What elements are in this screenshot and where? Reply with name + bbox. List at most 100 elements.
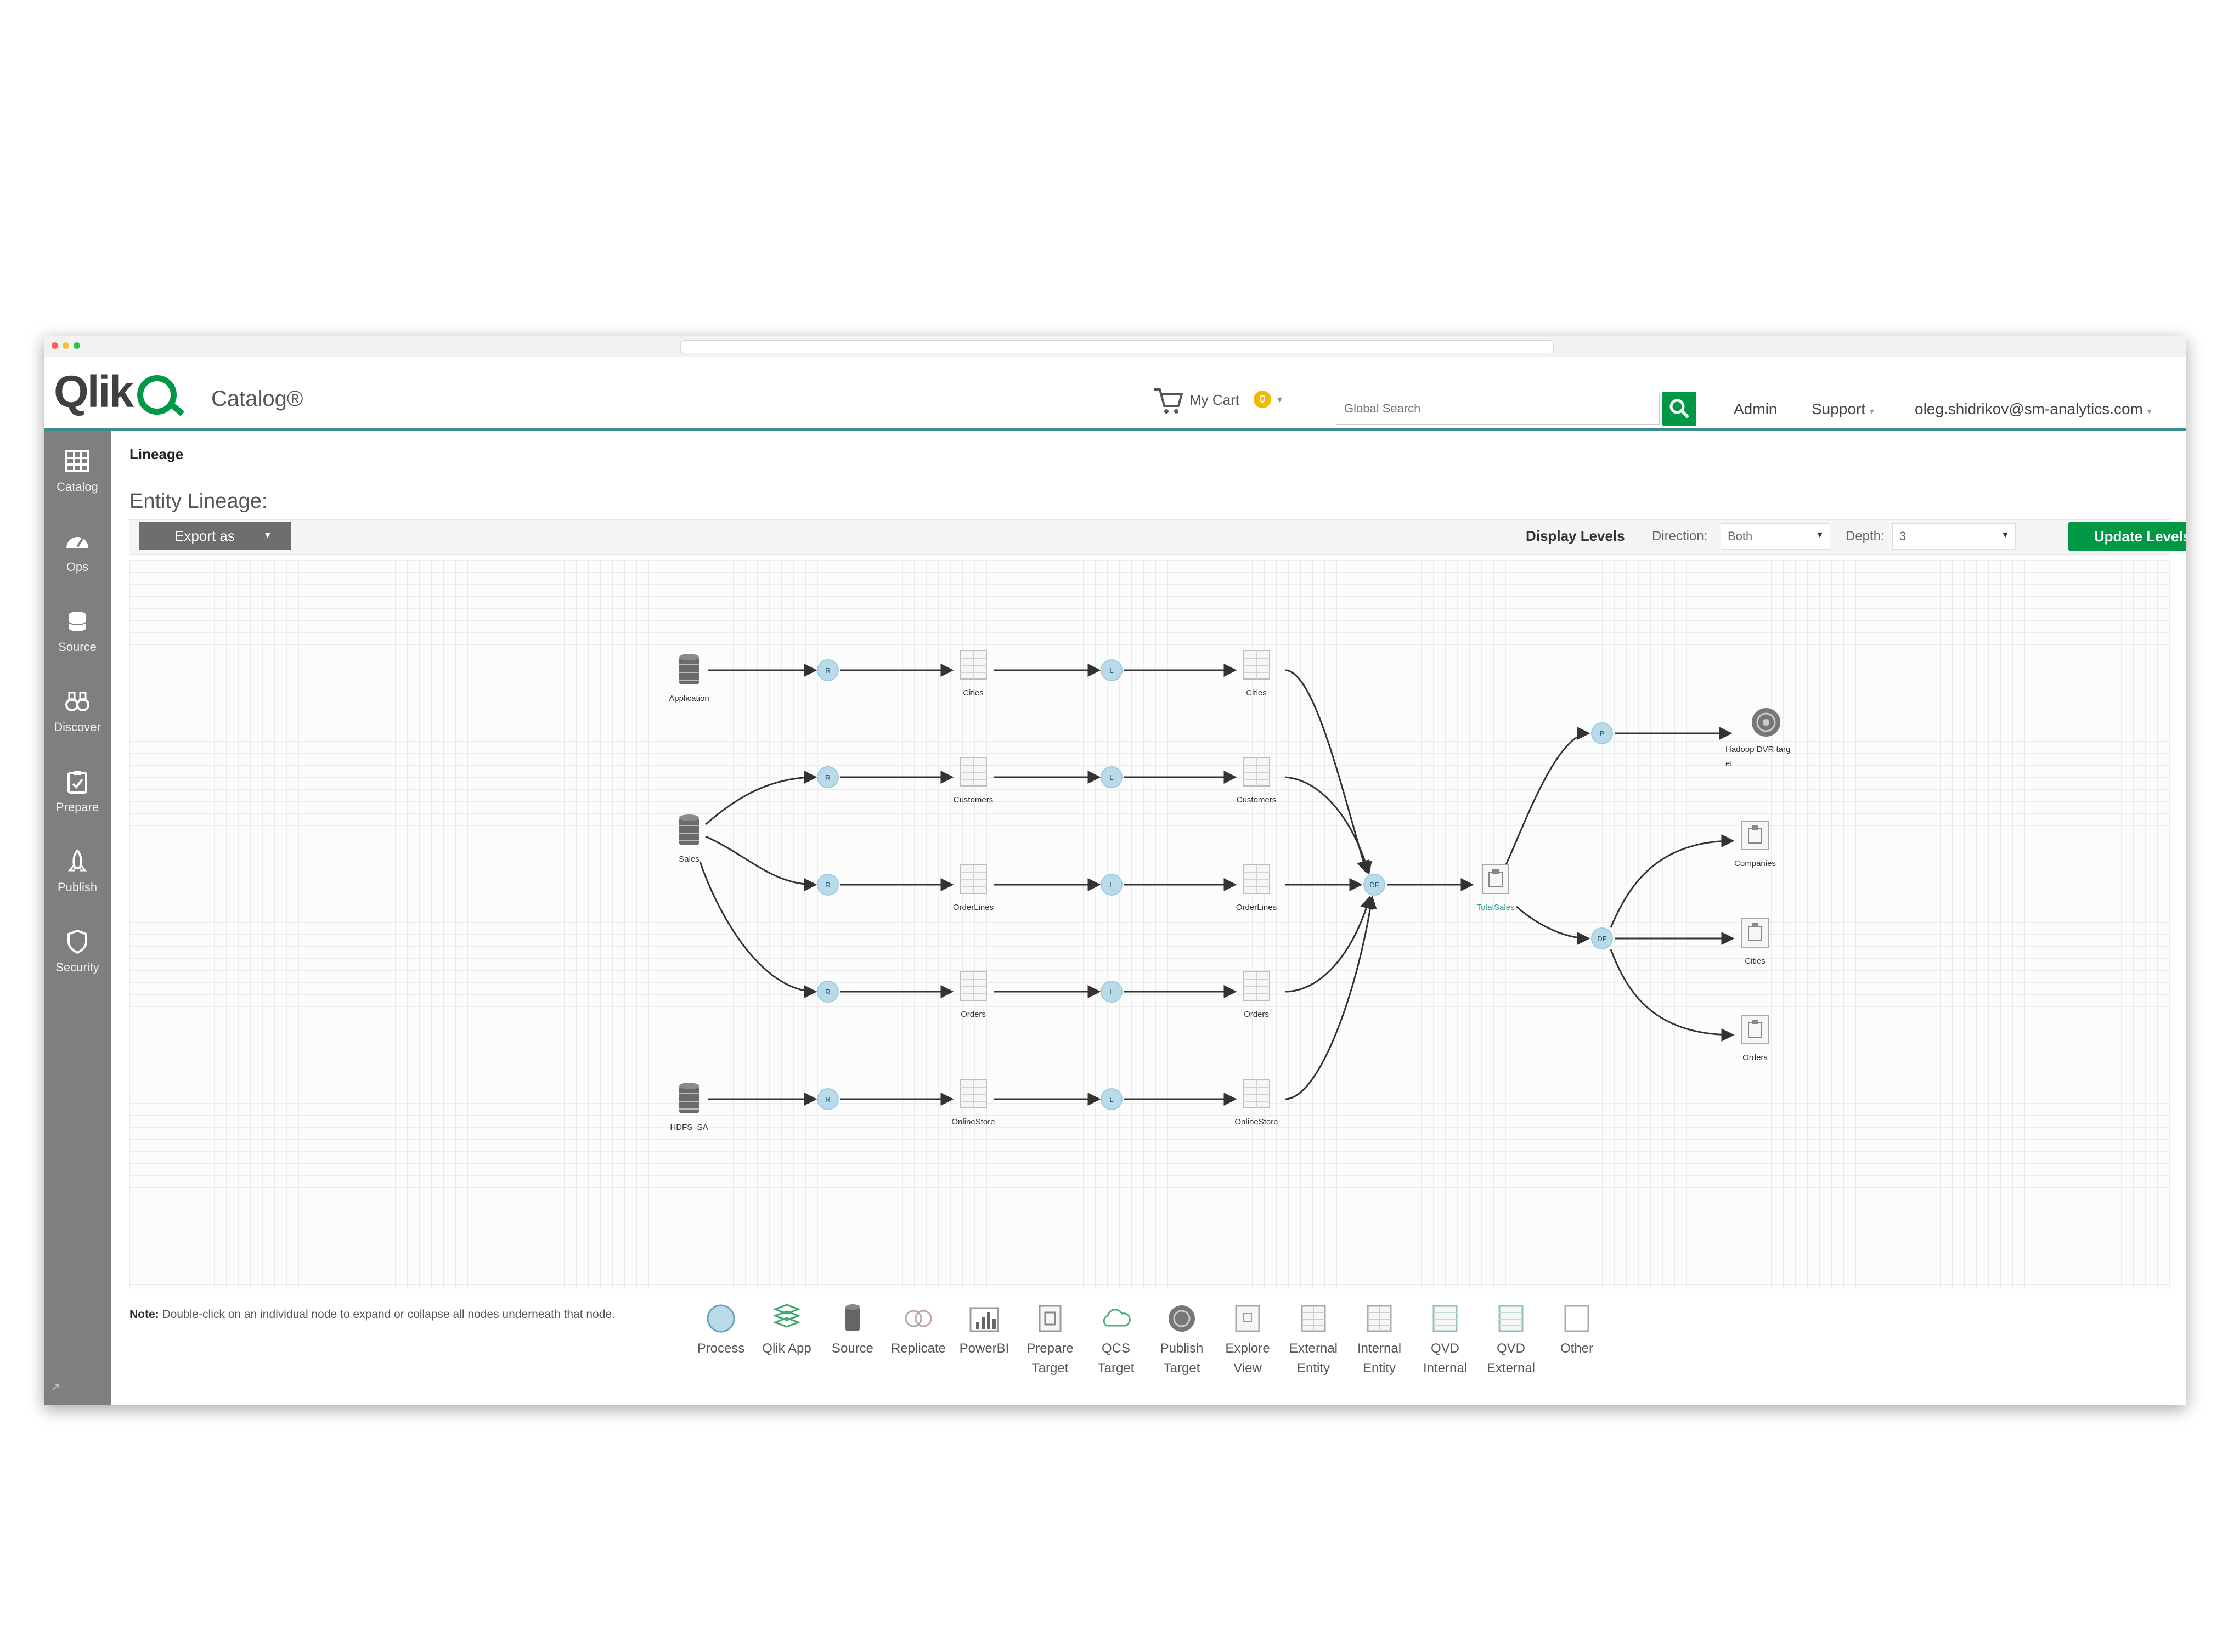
direction-select[interactable]: Both ▼ [1721,523,1830,550]
browser-chrome [44,336,2186,357]
entity-node-label: OnlineStore [951,1117,995,1127]
lineage-graph[interactable]: Application Sales HDFS_SA R Cities L Cities R Cu… [129,560,2170,1289]
rocket-icon [67,849,87,872]
chevron-down-icon: ▼ [2001,530,2010,540]
entity-node[interactable] [1243,757,1270,787]
lineage-edge [1284,776,1372,875]
minimize-window-dot[interactable] [63,342,69,349]
search-icon [1669,399,1689,418]
legend-item: Source [820,1302,885,1359]
process-letter: R [825,1095,830,1104]
process-node[interactable]: R [817,766,839,788]
binoculars-icon [65,692,89,711]
process-node[interactable]: R [817,874,839,896]
collapse-sidebar-icon[interactable]: ↗ [50,1380,60,1394]
qvd-external-icon [1498,1305,1524,1332]
prepare-target-icon [1039,1305,1062,1332]
qcs-target-icon [1103,1309,1131,1327]
prepare-target-node[interactable] [1741,1015,1769,1044]
process-node[interactable]: P [1591,722,1613,744]
process-letter: L [1109,773,1113,782]
process-letter: L [1109,1095,1113,1104]
sidebar-item-publish[interactable]: Publish [44,840,111,916]
export-as-button[interactable]: Export as ▼ [139,522,291,550]
sidebar-item-discover[interactable]: Discover [44,680,111,756]
user-menu[interactable]: oleg.shidrikov@sm-analytics.com ▾ [1915,400,2152,418]
legend-label: External Entity [1281,1339,1346,1378]
external-entity-icon [1301,1305,1326,1332]
admin-menu[interactable]: Admin [1734,400,1777,418]
display-levels-label: Display Levels [1526,528,1625,544]
legend-label-line2: Internal [1423,1361,1468,1376]
entity-node[interactable] [960,757,987,787]
depth-select[interactable]: 3 ▼ [1892,523,2016,550]
lineage-canvas[interactable]: Application Sales HDFS_SA R Cities L Cities R Cu… [129,560,2170,1289]
entity-node[interactable] [960,1079,987,1108]
entity-node-label: Customers [1237,795,1277,805]
publish-target-label: Hadoop DVR targ et [1725,745,1790,768]
process-node[interactable]: DF [1363,874,1385,896]
prepare-target-icon [1741,1015,1769,1044]
legend-label-line1: Qlik App [762,1341,811,1356]
source-node[interactable] [679,814,699,845]
entity-node-label: OrderLines [953,903,994,912]
entity-node[interactable] [1243,650,1270,680]
process-letter: L [1109,881,1113,889]
process-node[interactable]: R [817,981,839,1003]
sidebar-item-label: Catalog [57,480,98,494]
sidebar: Catalog Ops Source Discover Prepare Publ… [44,431,111,1405]
legend-item: Replicate [885,1302,951,1359]
process-node[interactable]: L [1101,1088,1123,1110]
prepare-target-node[interactable] [1482,864,1509,894]
maximize-window-dot[interactable] [74,342,80,349]
process-node[interactable]: DF [1591,927,1613,949]
process-node[interactable]: R [817,1088,839,1110]
sidebar-item-ops[interactable]: Ops [44,519,111,596]
legend-label: Explore View [1215,1339,1281,1378]
sidebar-item-catalog[interactable]: Catalog [44,439,111,516]
publish-target-node[interactable]: Hadoop DVR targ et [1725,708,1790,768]
close-window-dot[interactable] [52,342,58,349]
sidebar-item-security[interactable]: Security [44,920,111,997]
address-bar[interactable] [680,340,1554,353]
target-node-label: TotalSales [1476,903,1514,912]
process-letter: L [1109,988,1113,996]
entity-node[interactable] [960,650,987,680]
legend-label: PowerBI [951,1339,1017,1359]
process-node[interactable]: L [1101,981,1123,1003]
database-icon [68,612,87,631]
internal-entity-icon [1243,757,1270,787]
process-node[interactable]: R [817,659,839,681]
entity-node[interactable] [1243,864,1270,894]
breadcrumb[interactable]: Lineage [129,446,183,463]
support-menu[interactable]: Support ▾ [1812,400,1874,418]
lineage-edge [705,771,817,825]
legend-label: Process [688,1339,754,1359]
legend-label-line2: Target [1097,1361,1135,1376]
direction-label: Direction: [1652,529,1708,544]
lineage-edge [1610,834,1735,928]
search-button[interactable] [1662,392,1696,426]
entity-node-label: Orders [961,1010,986,1019]
entity-node[interactable] [960,864,987,894]
internal-entity-icon [1243,864,1270,894]
process-node[interactable]: L [1101,766,1123,788]
prepare-target-node[interactable] [1741,821,1769,850]
external-entity-icon [960,650,987,680]
global-search-input[interactable] [1336,393,1660,425]
sidebar-item-prepare[interactable]: Prepare [44,760,111,836]
process-node[interactable]: L [1101,659,1123,681]
update-levels-button[interactable]: Update Levels [2068,522,2186,551]
entity-node[interactable] [960,971,987,1001]
entity-node[interactable] [1243,971,1270,1001]
sidebar-item-source[interactable]: Source [44,599,111,676]
entity-node-label: Customers [954,795,994,805]
prepare-target-node[interactable] [1741,918,1769,948]
source-node[interactable] [679,1083,699,1113]
entity-node[interactable] [1243,1079,1270,1108]
process-node[interactable]: L [1101,874,1123,896]
chevron-down-icon: ▾ [1869,407,1874,416]
legend-label-line1: Replicate [890,1341,946,1356]
process-icon [707,1304,735,1333]
source-node[interactable] [679,654,699,684]
